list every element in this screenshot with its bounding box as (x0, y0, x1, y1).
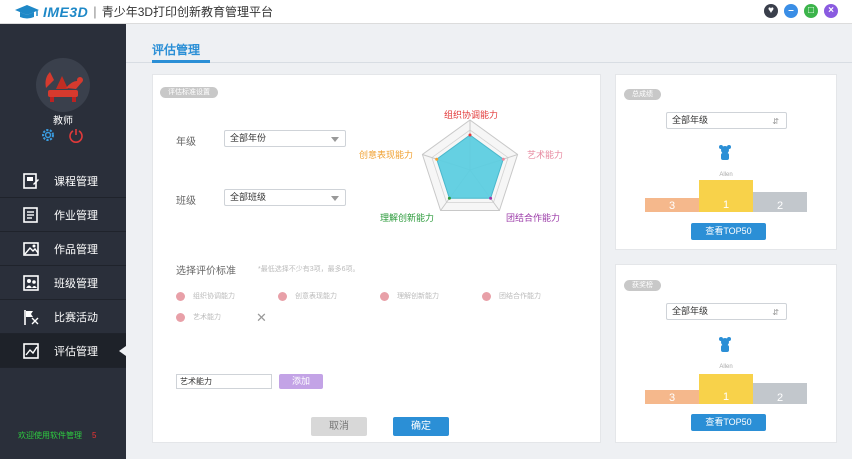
footer-text: 欢迎使用软件管理 (18, 431, 82, 440)
winner-name: Allen (719, 364, 733, 370)
select-value: 全部年级 (672, 306, 709, 316)
sidebar-item-evaluation[interactable]: 评估管理 (0, 334, 126, 368)
class-icon (23, 274, 39, 291)
sort-arrows-icon: ⇵ (772, 308, 779, 317)
criterion-label: 创意表现能力 (295, 293, 337, 300)
sort-arrows-icon: ⇵ (772, 117, 779, 126)
total-score-chip: 总成绩 (624, 89, 661, 100)
page-divider (126, 62, 852, 63)
footer-count: 5 (92, 431, 97, 440)
cancel-button[interactable]: 取消 (311, 417, 367, 436)
user-role: 教师 (53, 116, 73, 127)
criterion-label: 理解创新能力 (397, 293, 439, 300)
radio-dot-icon (176, 291, 185, 301)
works-icon (23, 241, 39, 256)
maximize-button[interactable]: □ (804, 4, 818, 18)
podium-first: 1 (699, 374, 753, 404)
page-title: 评估管理 (152, 43, 201, 57)
winner-name: Allen (719, 172, 733, 178)
podium-second: 2 (753, 192, 807, 212)
radar-label-top: 组织协调能力 (444, 110, 499, 120)
sidebar-item-label: 课程管理 (54, 175, 98, 188)
sidebar-item-label: 班级管理 (54, 277, 98, 290)
criterion-option[interactable]: 艺术能力 (176, 312, 221, 322)
view-top50-button[interactable]: 查看TOP50 (691, 414, 766, 431)
radar-label-bottom-right: 团结合作能力 (506, 213, 561, 223)
radio-dot-icon (176, 312, 185, 322)
chevron-down-icon (331, 196, 339, 201)
criterion-option[interactable]: 团结合作能力 (482, 291, 541, 301)
criteria-title: 选择评价标准 (176, 266, 236, 277)
award-grade-select[interactable]: 全部年级 ⇵ (666, 303, 787, 320)
app-title: 青少年3D打印创新教育管理平台 (101, 5, 274, 19)
section-chip: 评估标准设置 (160, 87, 218, 98)
chevron-down-icon (331, 137, 339, 142)
criterion-option[interactable]: 组织协调能力 (176, 291, 235, 301)
podium-third: 3 (645, 390, 699, 404)
radio-dot-icon (482, 291, 491, 301)
grade-select-value: 全部年份 (230, 133, 267, 143)
add-button[interactable]: 添加 (279, 374, 323, 389)
sidebar-item-label: 评估管理 (54, 345, 98, 358)
trophy-bear-icon (719, 337, 731, 352)
avatar[interactable] (36, 58, 90, 112)
minimize-button[interactable]: – (784, 4, 798, 18)
class-select[interactable]: 全部班级 (224, 189, 346, 206)
criteria-hint: *最低选择不少有3项，最多6项。 (258, 266, 360, 273)
close-button[interactable]: × (824, 4, 838, 18)
new-criterion-input[interactable]: 艺术能力 (176, 374, 272, 389)
title-bar: IME3D | 青少年3D打印创新教育管理平台 ♥ – □ × (0, 0, 852, 24)
chart-icon (23, 342, 39, 359)
criterion-label: 组织协调能力 (193, 293, 235, 300)
confirm-button[interactable]: 确定 (393, 417, 449, 436)
page-title-underline (152, 60, 210, 63)
graduation-cap-icon (15, 4, 39, 18)
sidebar-item-works[interactable]: 作品管理 (0, 232, 126, 266)
sidebar-item-contest[interactable]: 比赛活动 (0, 300, 126, 334)
flag-icon (24, 309, 39, 325)
total-score-grade-select[interactable]: 全部年级 ⇵ (666, 112, 787, 129)
radar-label-bottom-left: 理解创新能力 (380, 213, 435, 223)
sidebar-footer: 欢迎使用软件管理 5 (18, 430, 96, 441)
sidebar-item-label: 作业管理 (54, 209, 98, 222)
podium-third: 3 (645, 198, 699, 212)
sidebar-item-label: 比赛活动 (54, 311, 98, 324)
radio-dot-icon (278, 291, 287, 301)
class-label: 班级 (176, 196, 196, 207)
award-chip: 获奖榜 (624, 280, 661, 291)
logo-text: IME3D (43, 3, 89, 20)
sidebar-item-course[interactable]: 课程管理 (0, 164, 126, 198)
trophy-bear-icon (719, 145, 731, 160)
power-icon[interactable] (68, 127, 84, 143)
title-separator: | (93, 4, 97, 19)
criterion-option[interactable]: 创意表现能力 (278, 291, 337, 301)
homework-icon (23, 206, 38, 223)
sidebar-nav: 课程管理 作业管理 作品管理 班级管理 比赛活动 评估管理 (0, 164, 126, 368)
sidebar-item-class[interactable]: 班级管理 (0, 266, 126, 300)
view-top50-button[interactable]: 查看TOP50 (691, 223, 766, 240)
grade-label: 年级 (176, 137, 196, 148)
radar-label-left: 创意表现能力 (359, 150, 414, 160)
select-value: 全部年级 (672, 115, 709, 125)
sidebar: 教师 课程管理 作业管理 作品管理 班级管理 比赛活动 评估管理 欢迎使用软件管… (0, 24, 126, 459)
podium-first: 1 (699, 180, 753, 212)
podium-second: 2 (753, 383, 807, 404)
window-controls: ♥ – □ × (764, 4, 838, 18)
grade-select[interactable]: 全部年份 (224, 130, 346, 147)
settings-icon[interactable] (40, 127, 56, 143)
skin-button[interactable]: ♥ (764, 4, 778, 18)
criterion-label: 团结合作能力 (499, 293, 541, 300)
close-icon[interactable]: ✕ (256, 310, 267, 326)
radio-dot-icon (380, 291, 389, 301)
sidebar-item-homework[interactable]: 作业管理 (0, 198, 126, 232)
avatar-image-icon (45, 72, 83, 102)
criterion-label: 艺术能力 (193, 314, 221, 321)
course-icon (23, 172, 39, 189)
class-select-value: 全部班级 (230, 192, 267, 202)
radar-label-right: 艺术能力 (527, 150, 564, 160)
sidebar-item-label: 作品管理 (54, 243, 98, 256)
criterion-option[interactable]: 理解创新能力 (380, 291, 439, 301)
